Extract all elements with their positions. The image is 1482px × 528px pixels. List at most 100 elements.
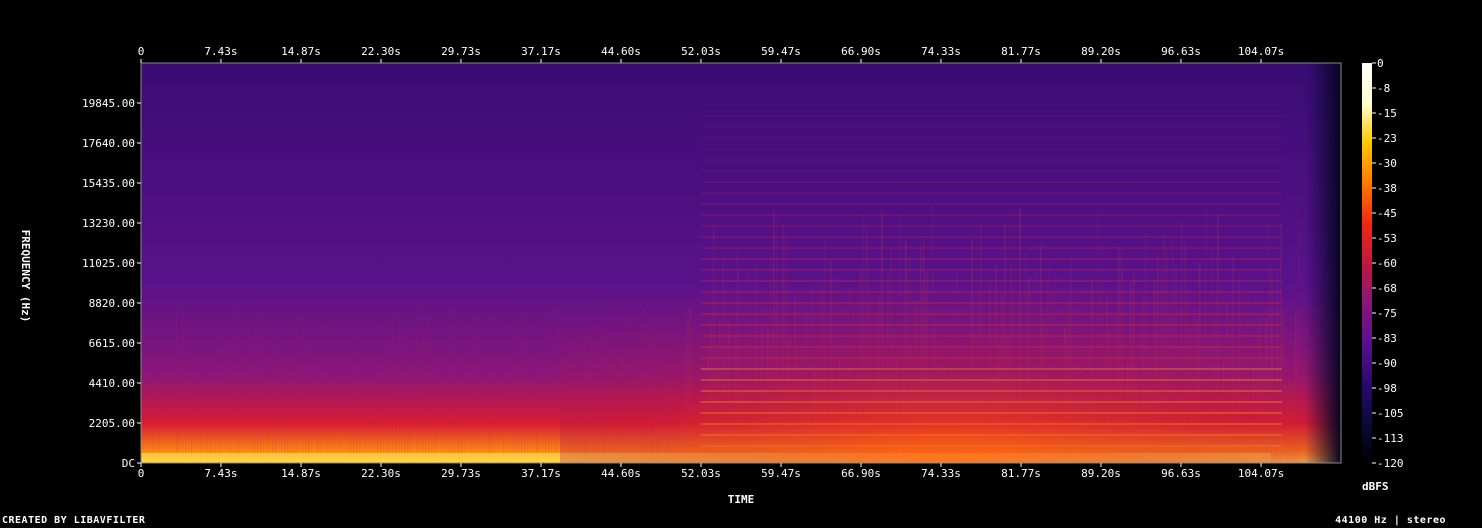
spectral-streak [512, 381, 514, 463]
spectral-streak [344, 374, 346, 463]
spectral-streak [419, 344, 421, 463]
spectral-streak [194, 369, 196, 463]
spectral-streak [518, 395, 520, 463]
spectral-streak [377, 370, 379, 463]
harmonic-band [700, 236, 1282, 238]
spectral-streak [203, 380, 205, 463]
spectral-streak [197, 357, 199, 463]
spectral-streak [290, 352, 292, 463]
x-tick-label-top: 89.20s [1081, 45, 1121, 58]
colorbar-tick-label: -83 [1377, 332, 1397, 345]
x-tick-label-bottom: 96.63s [1161, 467, 1201, 480]
colorbar-gradient [1362, 63, 1372, 463]
colorbar-tick-label: -60 [1377, 257, 1397, 270]
y-tick-label: 11025.00 [82, 257, 135, 270]
colorbar-tick-label: 0 [1377, 57, 1384, 70]
colorbar-tick-label: -53 [1377, 232, 1397, 245]
spectral-streak [167, 342, 169, 463]
spectral-streak [536, 352, 538, 463]
spectral-streak [458, 395, 460, 463]
harmonic-band [700, 104, 1282, 106]
colorbar-tick-label: -23 [1377, 132, 1397, 145]
harmonic-band [700, 137, 1282, 139]
spectral-streak [185, 372, 187, 463]
x-tick-label-bottom: 104.07s [1238, 467, 1284, 480]
x-tick-label-top: 14.87s [281, 45, 321, 58]
spectral-streak [296, 315, 298, 463]
x-tick-label-bottom: 22.30s [361, 467, 401, 480]
spectral-streak [440, 341, 442, 463]
spectral-streak [335, 328, 337, 463]
colorbar-tick-label: -120 [1377, 457, 1404, 470]
spectral-streak [425, 362, 427, 463]
spectral-streak [467, 323, 469, 463]
x-tick-label-top: 0 [138, 45, 145, 58]
harmonic-band [700, 159, 1282, 161]
harmonic-band [700, 115, 1282, 117]
spectral-streak [434, 366, 436, 463]
spectral-streak [242, 368, 244, 463]
harmonic-band [700, 214, 1282, 216]
colorbar-tick-label: -8 [1377, 82, 1390, 95]
y-axis-label: FREQUENCY (Hz) [19, 230, 32, 323]
colorbar-tick-label: -90 [1377, 357, 1397, 370]
spectral-streak [326, 389, 328, 463]
spectral-streak [428, 317, 430, 463]
colorbar-tick-label: -30 [1377, 157, 1397, 170]
spectral-streak [548, 328, 550, 463]
x-tick-label-top: 59.47s [761, 45, 801, 58]
spectral-streak [515, 335, 517, 463]
spectral-streak [527, 326, 529, 463]
spectral-streak [506, 320, 508, 463]
x-tick-label-top: 81.77s [1001, 45, 1041, 58]
credit-text: CREATED BY LIBAVFILTER [2, 515, 146, 526]
x-tick-label-top: 104.07s [1238, 45, 1284, 58]
spectral-streak [266, 384, 268, 463]
spectral-streak [509, 358, 511, 463]
y-tick-label: DC [122, 457, 135, 470]
spectral-streak [497, 374, 499, 463]
spectral-streak [470, 381, 472, 463]
spectral-streak [389, 343, 391, 463]
spectral-streak [212, 366, 214, 463]
x-tick-label-top: 52.03s [681, 45, 721, 58]
spectral-streak [245, 391, 247, 463]
spectral-streak [416, 306, 418, 463]
colorbar-tick-label: -113 [1377, 432, 1404, 445]
spectral-streak [158, 388, 160, 463]
spectral-streak [524, 377, 526, 463]
colorbar-label: dBFS [1362, 480, 1389, 493]
spectral-streak [230, 341, 232, 463]
colorbar: 0 -8 -15 -23 -30 -38 -45 -53 -60 -68 -75 -83 -90 -98 -… [1362, 57, 1404, 493]
harmonic-band [700, 148, 1282, 150]
spectral-streak [362, 390, 364, 463]
spectral-streak [491, 368, 493, 463]
spectral-streak [302, 338, 304, 463]
x-tick-label-bottom: 59.47s [761, 467, 801, 480]
harmonic-band [700, 126, 1282, 128]
x-tick-label-top: 96.63s [1161, 45, 1201, 58]
spectral-streak [182, 308, 184, 463]
spectral-streak [275, 390, 277, 463]
y-tick-label: 13230.00 [82, 217, 135, 230]
spectral-streak [410, 346, 412, 463]
spectral-streak [251, 390, 253, 463]
x-tick-label-top: 66.90s [841, 45, 881, 58]
colorbar-ticks: 0 -8 -15 -23 -30 -38 -45 -53 -60 -68 -75 -83 -90 -98 -… [1372, 57, 1404, 470]
spectral-streak [305, 343, 307, 463]
spectral-streak [320, 321, 322, 463]
x-tick-label-bottom: 89.20s [1081, 467, 1121, 480]
x-tick-label-bottom: 52.03s [681, 467, 721, 480]
spectral-streak [464, 351, 466, 463]
spectral-streak [479, 364, 481, 463]
x-tick-label-top: 29.73s [441, 45, 481, 58]
y-tick-label: 6615.00 [89, 337, 135, 350]
spectral-streak [545, 312, 547, 463]
y-axis: DC 2205.00 4410.00 6615.00 8820.00 11025.00 13… [82, 97, 141, 470]
spectral-streak [449, 307, 451, 463]
spectral-streak [272, 340, 274, 463]
spectral-streak [347, 365, 349, 463]
spectral-streak [218, 331, 220, 463]
spectral-streak [494, 314, 496, 463]
spectral-streak [149, 369, 151, 463]
